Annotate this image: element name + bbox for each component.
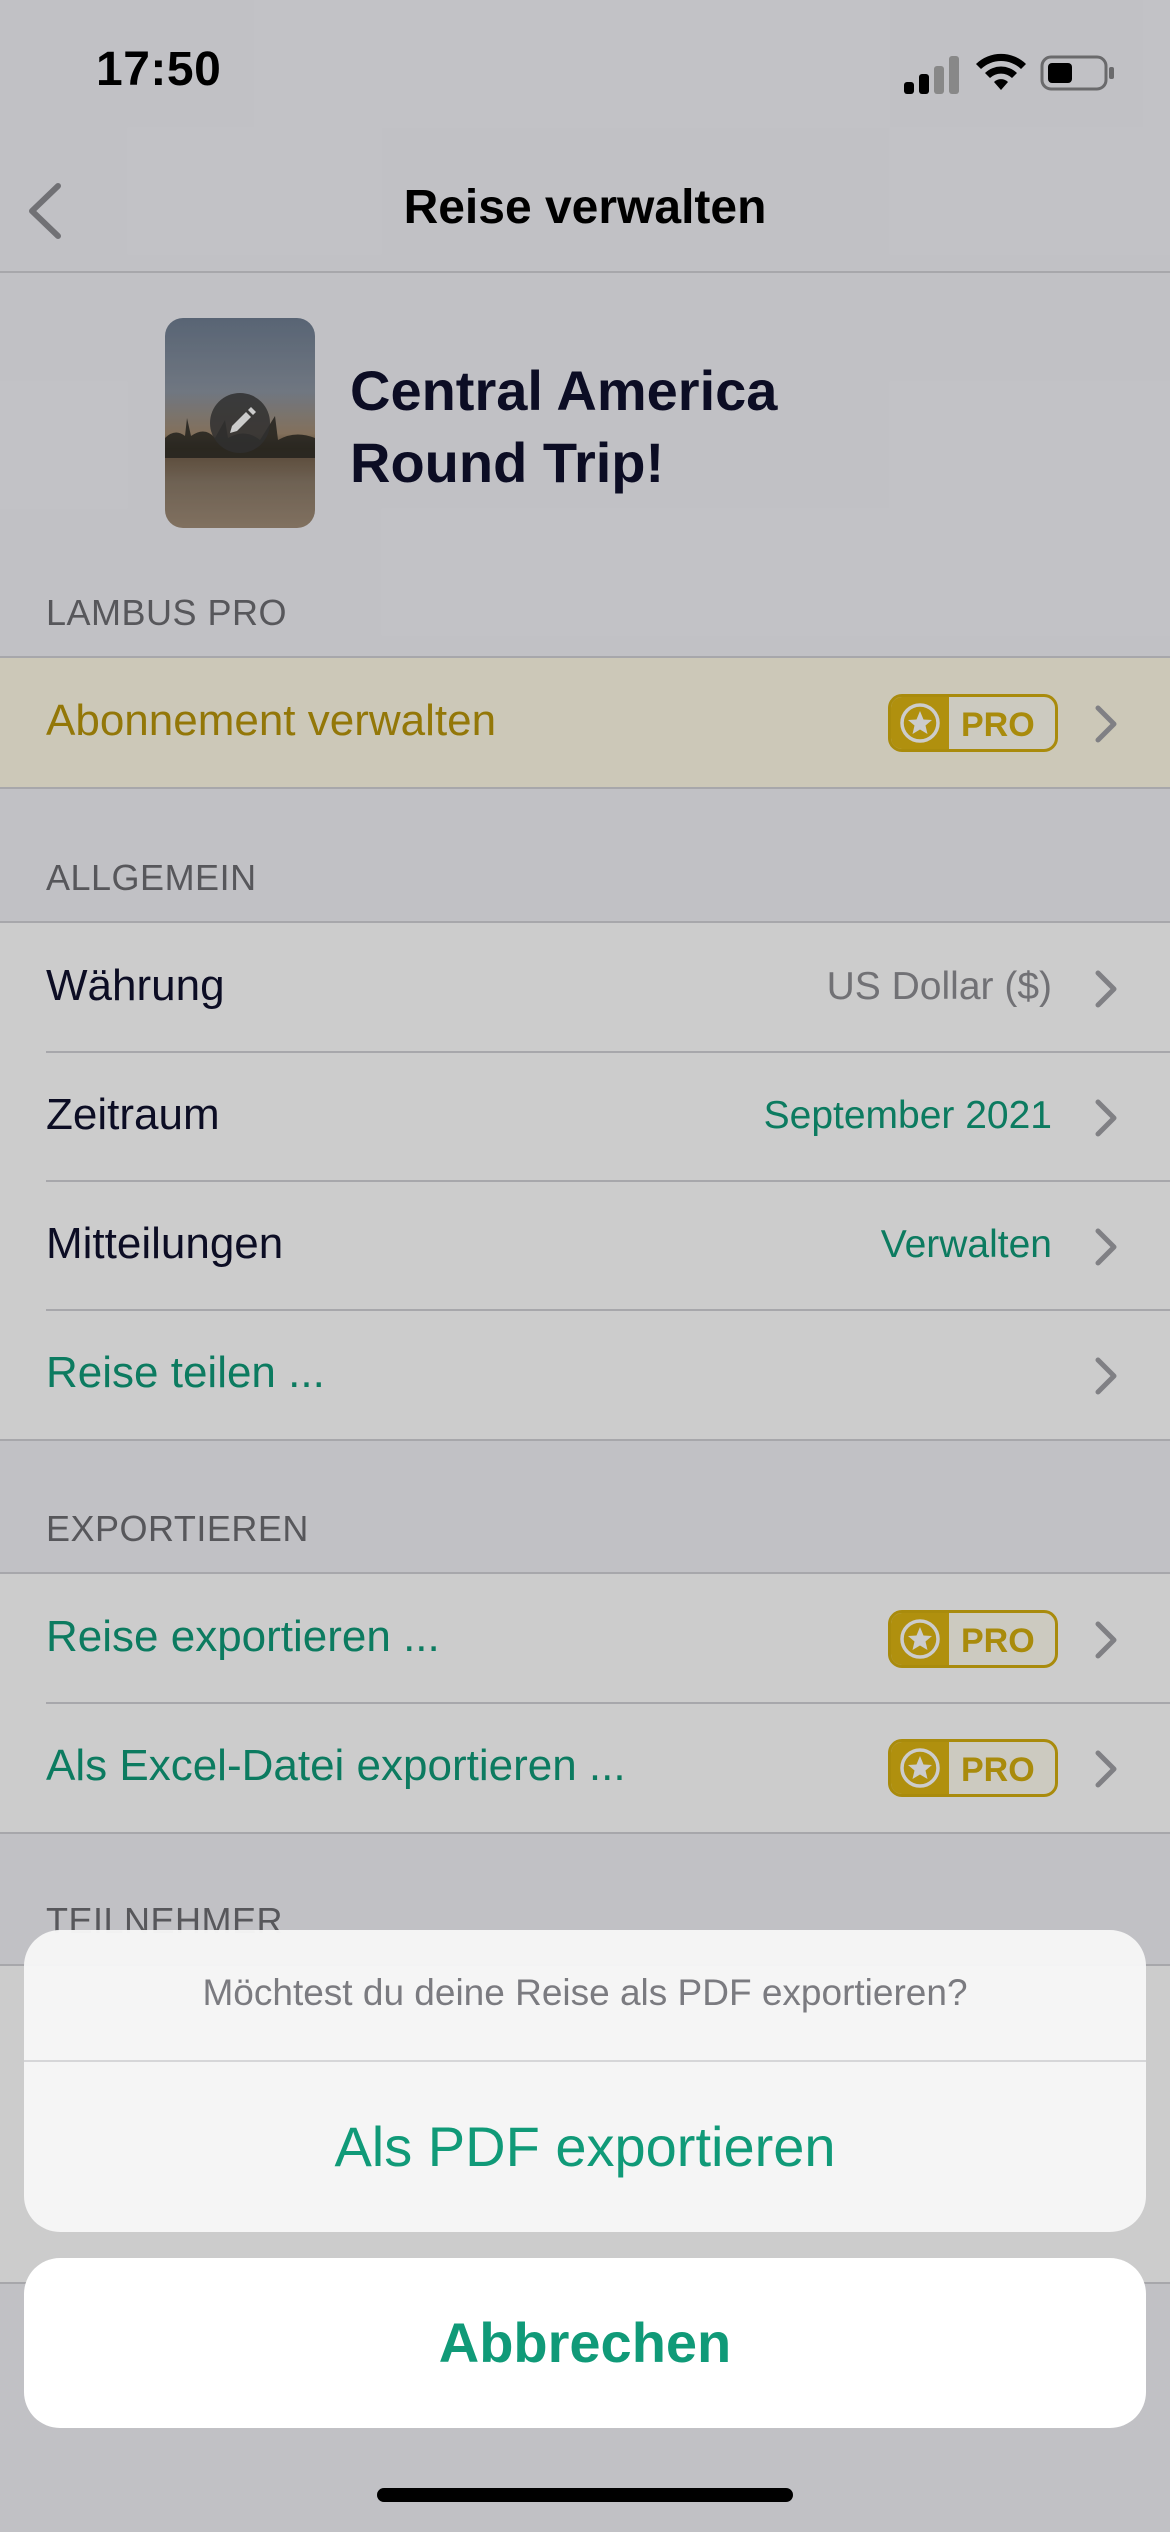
home-indicator[interactable] — [377, 2488, 793, 2502]
action-sheet: Möchtest du deine Reise als PDF exportie… — [24, 1930, 1146, 2232]
cancel-button[interactable]: Abbrechen — [24, 2258, 1146, 2428]
action-sheet-message: Möchtest du deine Reise als PDF exportie… — [202, 1972, 968, 2013]
export-pdf-button[interactable]: Als PDF exportieren — [24, 2062, 1146, 2232]
screen: 17:50 Reise verwalten Central America Ro… — [0, 0, 1170, 2532]
